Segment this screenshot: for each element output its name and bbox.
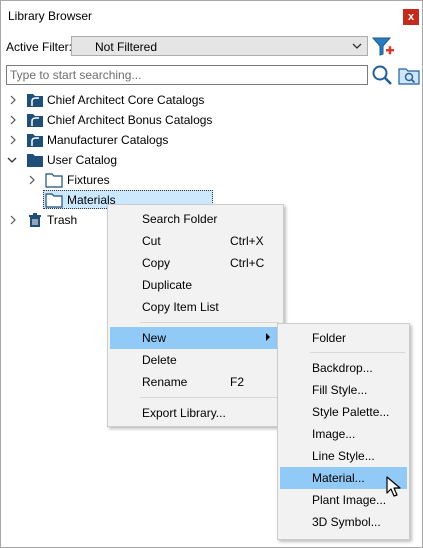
tree-item-user-catalog[interactable]: User Catalog <box>1 150 422 170</box>
menu-item-cut[interactable]: Cut Ctrl+X <box>110 230 281 252</box>
menu-item-label: Image... <box>312 427 356 441</box>
menu-item-label: Copy Item List <box>142 300 219 314</box>
menu-item-label: Export Library... <box>142 406 226 420</box>
menu-item-new[interactable]: New <box>110 327 281 349</box>
menu-separator <box>310 352 405 353</box>
chevron-right-icon[interactable] <box>8 134 18 146</box>
submenu-item-3d-symbol[interactable]: 3D Symbol... <box>280 511 407 533</box>
menu-item-label: Line Style... <box>312 449 375 463</box>
menu-item-label: Backdrop... <box>312 361 373 375</box>
search-icon[interactable] <box>371 64 393 86</box>
tree-item-fixtures[interactable]: Fixtures <box>1 170 422 190</box>
tree-item-label: Trash <box>47 213 78 227</box>
new-submenu: Folder Backdrop... Fill Style... Style P… <box>277 323 410 540</box>
menu-item-copy[interactable]: Copy Ctrl+C <box>110 252 281 274</box>
tree-item-label: Fixtures <box>67 173 110 187</box>
menu-item-label: Folder <box>312 331 347 345</box>
menu-item-label: Rename <box>142 375 188 389</box>
menu-item-export-library[interactable]: Export Library... <box>110 402 281 424</box>
menu-separator <box>140 397 279 398</box>
submenu-item-line-style[interactable]: Line Style... <box>280 445 407 467</box>
close-button[interactable]: x <box>403 9 419 25</box>
menu-item-label: 3D Symbol... <box>312 515 381 529</box>
tree-item-label: Manufacturer Catalogs <box>47 133 169 147</box>
chevron-right-icon[interactable] <box>27 174 37 186</box>
catalog-icon <box>27 94 43 107</box>
search-input[interactable] <box>6 65 368 85</box>
submenu-item-fill-style[interactable]: Fill Style... <box>280 379 407 401</box>
catalog-icon <box>27 114 43 127</box>
catalog-icon <box>27 134 43 147</box>
menu-item-label: Duplicate <box>142 278 193 292</box>
submenu-item-image[interactable]: Image... <box>280 423 407 445</box>
submenu-item-backdrop[interactable]: Backdrop... <box>280 357 407 379</box>
folder-search-icon[interactable] <box>398 65 420 85</box>
active-filter-dropdown[interactable]: Not Filtered <box>71 36 368 56</box>
submenu-arrow-icon <box>266 333 270 341</box>
tree-item-bonus-catalogs[interactable]: Chief Architect Bonus Catalogs <box>1 110 422 130</box>
menu-item-search-folder[interactable]: Search Folder <box>110 208 281 230</box>
trash-icon <box>29 213 41 227</box>
menu-item-label: Style Palette... <box>312 405 390 419</box>
tree-item-label: Chief Architect Core Catalogs <box>47 93 205 107</box>
menu-item-shortcut: Ctrl+C <box>230 256 265 270</box>
submenu-item-folder[interactable]: Folder <box>280 327 407 349</box>
menu-item-label: Material... <box>312 471 365 485</box>
filter-row: Active Filter: Not Filtered <box>1 35 422 57</box>
window-title: Library Browser <box>8 9 93 23</box>
title-bar: Library Browser x <box>1 1 422 31</box>
menu-item-shortcut: Ctrl+X <box>230 234 264 248</box>
menu-item-label: Search Folder <box>142 212 218 226</box>
mouse-cursor-icon <box>386 476 401 497</box>
menu-item-shortcut: F2 <box>230 375 245 389</box>
tree-item-label: User Catalog <box>47 153 118 167</box>
menu-item-label: Copy <box>142 256 171 270</box>
folder-outline-icon <box>45 173 63 188</box>
chevron-down-icon[interactable] <box>7 154 17 166</box>
menu-item-label: Plant Image... <box>312 493 387 507</box>
active-filter-value: Not Filtered <box>95 40 158 54</box>
tree-item-core-catalogs[interactable]: Chief Architect Core Catalogs <box>1 90 422 110</box>
menu-item-rename[interactable]: Rename F2 <box>110 371 281 393</box>
menu-item-label: Fill Style... <box>312 383 368 397</box>
folder-icon <box>27 154 43 167</box>
folder-outline-icon <box>45 193 63 208</box>
menu-item-copy-item-list[interactable]: Copy Item List <box>110 296 281 318</box>
submenu-item-style-palette[interactable]: Style Palette... <box>280 401 407 423</box>
chevron-right-icon[interactable] <box>8 94 18 106</box>
chevron-down-icon <box>352 43 362 49</box>
chevron-right-icon[interactable] <box>8 114 18 126</box>
tree-item-manufacturer-catalogs[interactable]: Manufacturer Catalogs <box>1 130 422 150</box>
menu-separator <box>140 322 279 323</box>
active-filter-label: Active Filter: <box>6 40 73 54</box>
menu-item-delete[interactable]: Delete <box>110 349 281 371</box>
search-row <box>1 64 422 86</box>
add-filter-icon[interactable] <box>371 35 395 59</box>
menu-item-label: Delete <box>142 353 177 367</box>
chevron-right-icon[interactable] <box>8 214 18 226</box>
close-icon: x <box>407 11 415 23</box>
menu-item-label: New <box>142 331 167 345</box>
tree-item-label: Chief Architect Bonus Catalogs <box>47 113 213 127</box>
menu-item-label: Cut <box>142 234 161 248</box>
menu-item-duplicate[interactable]: Duplicate <box>110 274 281 296</box>
context-menu: Search Folder Cut Ctrl+X Copy Ctrl+C Dup… <box>107 204 284 427</box>
